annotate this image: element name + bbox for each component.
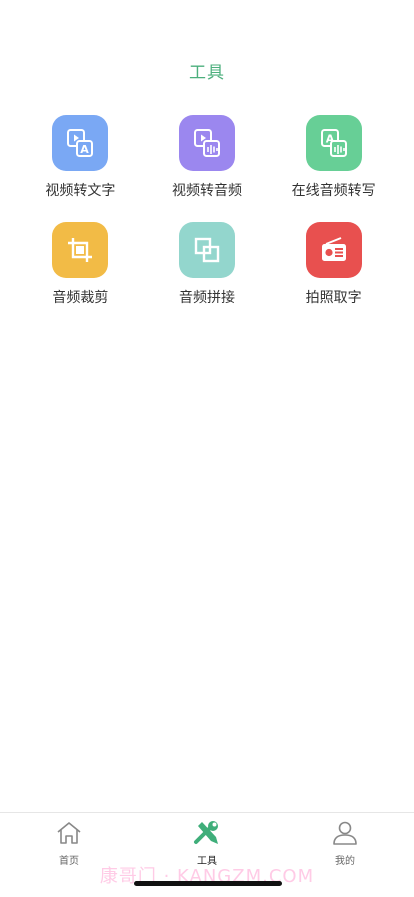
tool-label: 音频裁剪 (52, 290, 109, 306)
audio-transcribe-icon: A (305, 115, 362, 171)
tools-icon (193, 820, 221, 850)
home-icon (55, 820, 83, 850)
tool-audio-trim[interactable]: 音频裁剪 (17, 222, 144, 307)
radio-icon (305, 222, 362, 278)
svg-text:A: A (81, 143, 90, 156)
tool-label: 视频转文字 (45, 183, 116, 199)
splice-icon (178, 222, 235, 278)
crop-icon (52, 222, 109, 278)
tool-video-to-audio[interactable]: 视频转音频 (144, 115, 271, 200)
tool-label: 视频转音频 (171, 183, 242, 199)
tool-audio-splice[interactable]: 音频拼接 (144, 222, 271, 307)
tool-label: 拍照取字 (305, 290, 362, 306)
tool-video-to-text[interactable]: A 视频转文字 (17, 115, 144, 200)
tool-label: 音频拼接 (178, 290, 235, 306)
video-to-audio-icon (178, 115, 235, 171)
user-icon (331, 820, 359, 850)
tools-grid: A 视频转文字 视频转音频 A 在线音频转写 音频裁剪 音频拼接 拍照取字 (17, 115, 397, 307)
tool-label: 在线音频转写 (291, 183, 376, 199)
video-to-text-icon: A (52, 115, 109, 171)
tool-photo-ocr[interactable]: 拍照取字 (270, 222, 397, 307)
tool-online-transcribe[interactable]: A 在线音频转写 (270, 115, 397, 200)
home-indicator (134, 881, 282, 886)
page-title: 工具 (189, 63, 225, 83)
